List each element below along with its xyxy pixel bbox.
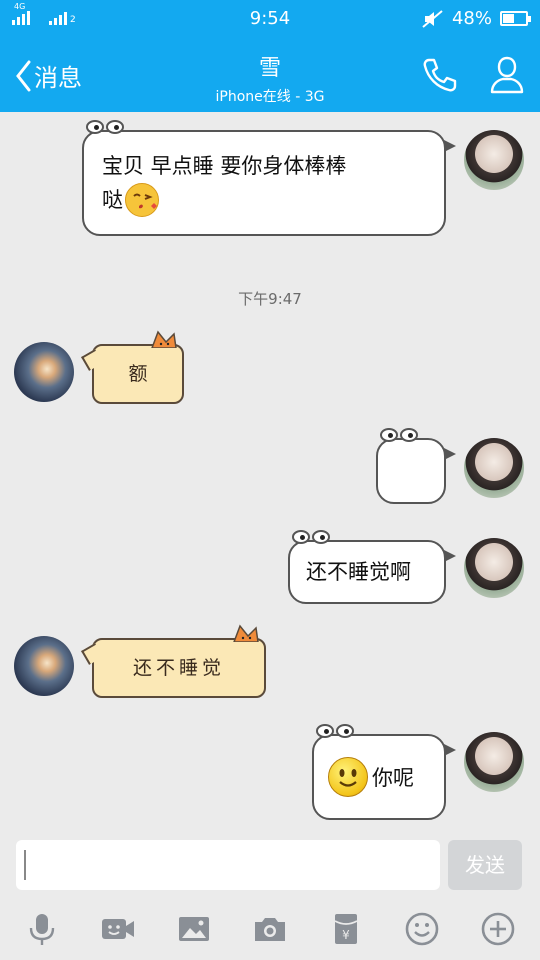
message-text: 还不睡觉啊 (306, 560, 411, 584)
smile-emoji-icon (328, 757, 368, 797)
contact-name: 雪 (258, 56, 281, 81)
call-button[interactable] (420, 56, 458, 94)
microphone-icon (29, 914, 55, 945)
message-input[interactable] (16, 840, 440, 890)
timestamp: 下午9:47 (238, 290, 302, 308)
message-bubble[interactable]: 还不睡觉 (92, 624, 266, 698)
person-icon (490, 56, 524, 94)
eyes-decoration (86, 120, 124, 134)
battery-percent: 48% (451, 8, 492, 29)
plus-icon (481, 912, 515, 946)
friend-avatar[interactable] (14, 636, 74, 696)
message-bubble[interactable]: 宝贝 早点睡 要你身体棒棒 哒 (82, 120, 456, 236)
friend-avatar[interactable] (14, 342, 74, 402)
image-button[interactable] (171, 906, 217, 952)
more-button[interactable] (475, 906, 521, 952)
my-avatar[interactable] (464, 732, 524, 792)
message-list[interactable]: 宝贝 早点睡 要你身体棒棒 哒 下午9:47 额 还不睡觉啊 还不睡觉 你呢 (0, 112, 540, 826)
message-text: 额 (128, 363, 148, 385)
composer: 发送 (0, 826, 540, 898)
my-avatar[interactable] (464, 130, 524, 190)
status-right: 48% (422, 8, 531, 29)
my-avatar[interactable] (464, 538, 524, 598)
my-avatar[interactable] (464, 438, 524, 498)
send-button[interactable]: 发送 (448, 840, 522, 890)
eyes-decoration (380, 428, 418, 442)
eyes-decoration (292, 530, 330, 544)
image-icon (179, 917, 209, 941)
chat-header: 消息 雪 iPhone在线 - 3G (0, 38, 540, 112)
video-button[interactable] (95, 906, 141, 952)
phone-icon (423, 58, 457, 92)
red-packet-button[interactable]: ¥ (323, 906, 369, 952)
message-text: 你呢 (372, 766, 414, 790)
red-packet-icon: ¥ (334, 914, 358, 944)
profile-button[interactable] (488, 54, 526, 94)
message-bubble[interactable]: 你呢 (312, 724, 456, 820)
message-text: 哒 (102, 188, 123, 212)
video-call-icon (102, 919, 134, 939)
kiss-emoji-icon (125, 183, 159, 217)
contact-status: iPhone在线 - 3G (215, 89, 325, 105)
message-bubble[interactable] (376, 428, 456, 504)
message-bubble[interactable]: 还不睡觉啊 (288, 530, 456, 604)
message-bubble[interactable]: 额 (92, 330, 184, 404)
svg-text:¥: ¥ (342, 928, 350, 942)
voice-button[interactable] (19, 906, 65, 952)
emoji-button[interactable] (399, 906, 445, 952)
cat-ear-decoration (233, 624, 259, 642)
title-block: 雪 iPhone在线 - 3G (0, 50, 540, 106)
message-text: 宝贝 早点睡 要你身体棒棒 (102, 154, 347, 178)
message-text: 还不睡觉 (132, 657, 225, 679)
emoji-icon (405, 912, 439, 946)
battery-fill (503, 14, 514, 23)
text-caret (24, 850, 26, 880)
mute-icon (422, 9, 443, 28)
eyes-decoration (316, 724, 354, 738)
composer-toolbar: ¥ (0, 898, 540, 960)
camera-button[interactable] (247, 906, 293, 952)
status-bar: 4G 2 9:54 48% (0, 0, 540, 38)
camera-icon (255, 918, 285, 941)
battery-icon (500, 11, 531, 26)
cat-ear-decoration (151, 330, 177, 348)
